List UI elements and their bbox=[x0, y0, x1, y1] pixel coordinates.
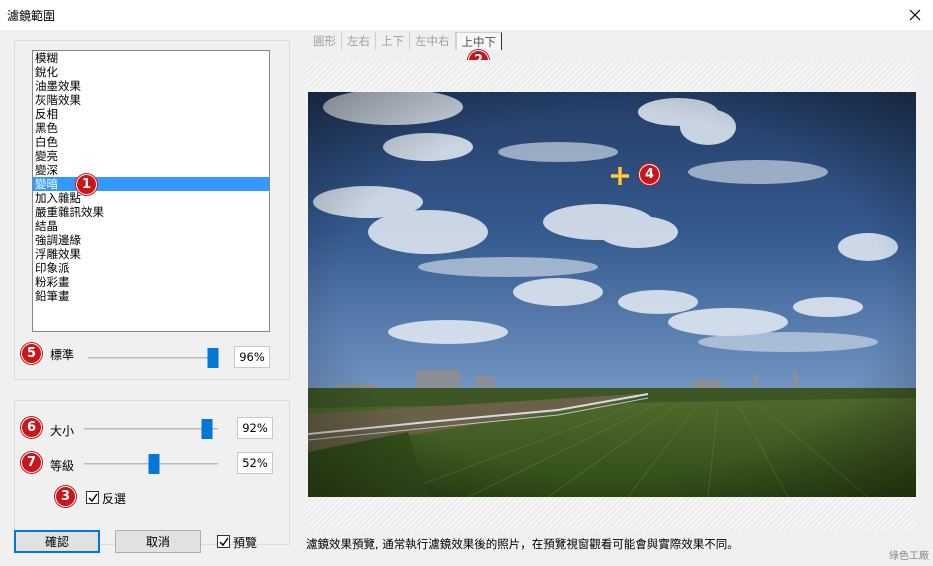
size-slider-track bbox=[84, 428, 218, 430]
list-item[interactable]: 灰階效果 bbox=[33, 93, 269, 107]
invert-checkbox[interactable] bbox=[86, 491, 99, 504]
tab-left-center-right[interactable]: 左中右 bbox=[410, 32, 456, 50]
preview-checkbox[interactable] bbox=[217, 535, 230, 548]
list-item[interactable]: 白色 bbox=[33, 135, 269, 149]
close-icon bbox=[909, 9, 921, 21]
watermark: 綠色工廠 bbox=[889, 551, 929, 562]
tab-left-right[interactable]: 左右 bbox=[342, 32, 376, 50]
check-icon bbox=[88, 493, 98, 502]
preview-label[interactable]: 預覽 bbox=[233, 534, 257, 551]
badge-5: 5 bbox=[21, 343, 42, 364]
level-slider[interactable] bbox=[84, 454, 218, 474]
list-item[interactable]: 油墨效果 bbox=[33, 79, 269, 93]
size-label: 大小 bbox=[50, 424, 75, 438]
preview-area: 4 bbox=[306, 60, 916, 531]
level-value: 52% bbox=[237, 452, 273, 474]
landscape-image bbox=[308, 92, 916, 497]
list-item[interactable]: 黑色 bbox=[33, 121, 269, 135]
list-item[interactable]: 粉彩畫 bbox=[33, 275, 269, 289]
list-item[interactable]: 印象派 bbox=[33, 261, 269, 275]
list-item[interactable]: 變亮 bbox=[33, 149, 269, 163]
preview-photo[interactable]: 4 bbox=[308, 92, 916, 497]
cancel-button[interactable]: 取消 bbox=[115, 530, 201, 553]
list-item[interactable]: 銳化 bbox=[33, 65, 269, 79]
badge-7: 7 bbox=[21, 452, 42, 473]
window-title: 濾鏡範圍 bbox=[7, 9, 56, 23]
list-item[interactable]: 模糊 bbox=[33, 51, 269, 65]
preview-caption: 濾鏡效果預覽, 通常執行濾鏡效果後的照片，在預覽視窗觀看可能會與實際效果不同。 bbox=[306, 537, 739, 551]
list-item[interactable]: 浮雕效果 bbox=[33, 247, 269, 261]
list-item[interactable]: 變暗 bbox=[33, 177, 269, 191]
list-item[interactable]: 嚴重雜訊效果 bbox=[33, 205, 269, 219]
badge-3: 3 bbox=[55, 486, 76, 507]
standard-value: 96% bbox=[234, 346, 270, 368]
badge-1: 1 bbox=[76, 174, 97, 195]
badge-4: 4 bbox=[639, 164, 660, 185]
list-item[interactable]: 變深 bbox=[33, 163, 269, 177]
list-item[interactable]: 鉛筆畫 bbox=[33, 289, 269, 303]
badge-6: 6 bbox=[21, 417, 42, 438]
size-slider[interactable] bbox=[84, 419, 218, 439]
standard-slider-thumb[interactable] bbox=[207, 348, 219, 368]
dialog-body: 模糊 銳化 油墨效果 灰階效果 反相 黑色 白色 變亮 變深 變暗 加入雜點 嚴重雜訊效果 結晶 強調邊緣… bbox=[0, 30, 933, 566]
close-button[interactable] bbox=[901, 2, 929, 28]
size-slider-thumb[interactable] bbox=[201, 419, 213, 439]
ok-button[interactable]: 確認 bbox=[14, 530, 100, 553]
shape-tabs: 圓形 左右 上下 左中右 上中下 bbox=[308, 32, 502, 52]
invert-label[interactable]: 反選 bbox=[102, 490, 126, 507]
tab-top-bottom[interactable]: 上下 bbox=[376, 32, 410, 50]
crosshair-icon[interactable] bbox=[610, 166, 630, 186]
list-item[interactable]: 加入雜點 bbox=[33, 191, 269, 205]
level-slider-thumb[interactable] bbox=[148, 454, 160, 474]
list-item[interactable]: 強調邊緣 bbox=[33, 233, 269, 247]
standard-label: 標準 bbox=[50, 348, 75, 362]
tab-circle[interactable]: 圓形 bbox=[308, 32, 342, 50]
filter-listbox[interactable]: 模糊 銳化 油墨效果 灰階效果 反相 黑色 白色 變亮 變深 變暗 加入雜點 嚴重雜訊效果 結晶 強調邊緣… bbox=[32, 50, 270, 332]
standard-slider[interactable] bbox=[88, 348, 219, 368]
list-item[interactable]: 反相 bbox=[33, 107, 269, 121]
standard-slider-track bbox=[88, 357, 218, 359]
list-item[interactable]: 結晶 bbox=[33, 219, 269, 233]
check-icon bbox=[219, 537, 229, 546]
level-label: 等級 bbox=[50, 459, 75, 473]
title-bar: 濾鏡範圍 bbox=[0, 0, 933, 30]
size-value: 92% bbox=[237, 417, 273, 439]
tab-top-center-bottom[interactable]: 上中下 bbox=[455, 32, 502, 50]
